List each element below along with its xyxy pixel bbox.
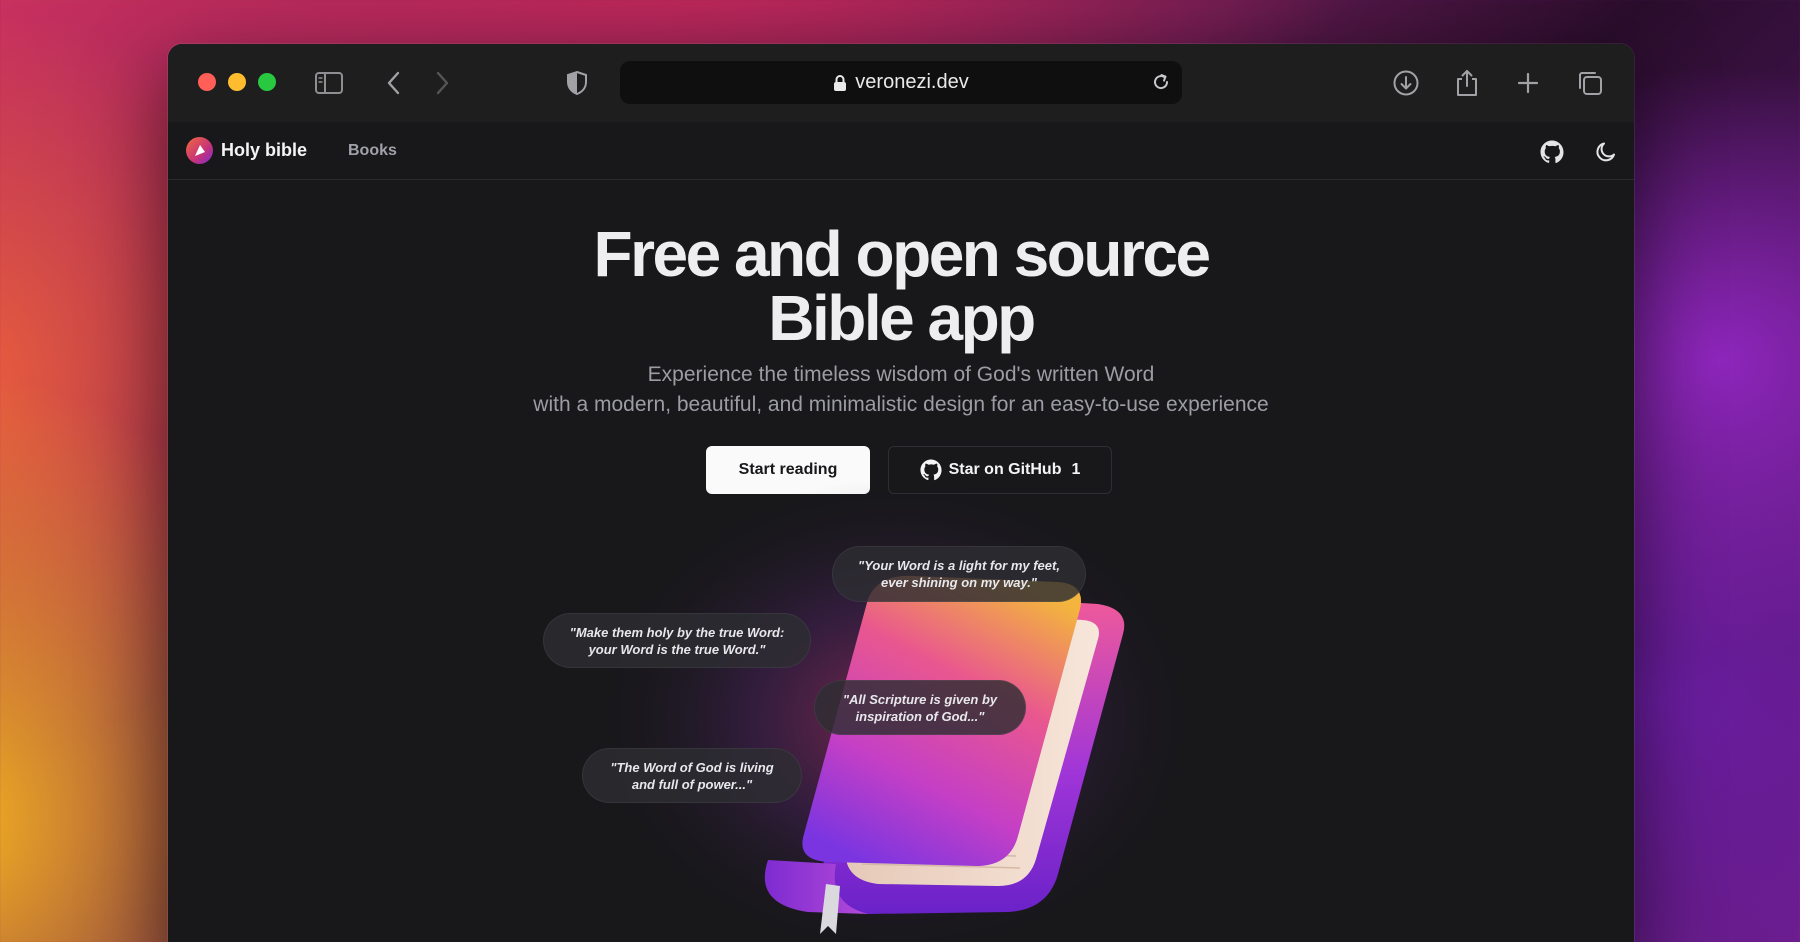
quote-line: ever shining on my way." [881,575,1037,590]
star-count: 1 [1071,461,1081,478]
site-navbar: Holy bible Books [168,122,1634,180]
hero-title: Free and open source Bible app [168,222,1634,350]
download-icon[interactable] [1389,66,1423,100]
chevron-left-icon[interactable] [377,66,411,100]
quote-line: and full of power..." [631,776,753,792]
address-bar[interactable]: veronezi.dev [620,61,1182,104]
quote-line: "Make them holy by the true Word: [569,624,785,640]
tabs-overview-icon[interactable] [1573,66,1607,100]
quote-line: "Your Word is a light for my feet, [858,558,1060,573]
star-on-github-button[interactable]: Star on GitHub 1 [888,446,1112,494]
star-on-github-label: Star on GitHub [948,461,1062,478]
lock-icon [833,74,847,92]
quote-line: inspiration of God..." [855,708,985,724]
quote-line: your Word is the true Word." [588,641,766,657]
quote-bubble: "Make them holy by the true Word: your W… [543,613,811,668]
quote-bubble: "The Word of God is living and full of p… [582,748,802,803]
hero-subtitle-line1: Experience the timeless wisdom of God's … [647,363,1155,386]
hero-subtitle: Experience the timeless wisdom of God's … [168,360,1634,420]
hero-subtitle-line2: with a modern, beautiful, and minimalist… [533,393,1269,416]
chevron-right-icon[interactable] [425,66,459,100]
plus-icon[interactable] [1511,66,1545,100]
browser-window: veronezi.dev Holy bible Books Free and o… [168,44,1634,942]
hero-title-line1: Free and open source [593,218,1211,290]
nav-link-books[interactable]: Books [348,142,397,160]
share-icon[interactable] [1450,66,1484,100]
zoom-window-button[interactable] [258,73,276,91]
github-icon [920,459,942,481]
brand-name: Holy bible [221,140,308,160]
moon-icon[interactable] [1592,138,1620,166]
quote-bubble: "Your Word is a light for my feet, ever … [832,546,1086,602]
github-icon[interactable] [1538,138,1566,166]
brand-link[interactable]: Holy bible [186,137,307,164]
start-reading-button[interactable]: Start reading [706,446,870,494]
quote-line: "The Word of God is living [610,759,774,775]
quote-line: "All Scripture is given by [842,691,998,707]
hero-title-line2: Bible app [768,282,1036,354]
url-text: veronezi.dev [855,71,969,93]
minimize-window-button[interactable] [228,73,246,91]
quote-bubble: "All Scripture is given by inspiration o… [814,680,1026,735]
browser-toolbar: veronezi.dev [168,44,1634,122]
shield-icon[interactable] [560,66,594,100]
close-window-button[interactable] [198,73,216,91]
sidebar-icon[interactable] [312,66,346,100]
logo-icon [186,137,213,164]
reload-icon[interactable] [1148,69,1174,95]
